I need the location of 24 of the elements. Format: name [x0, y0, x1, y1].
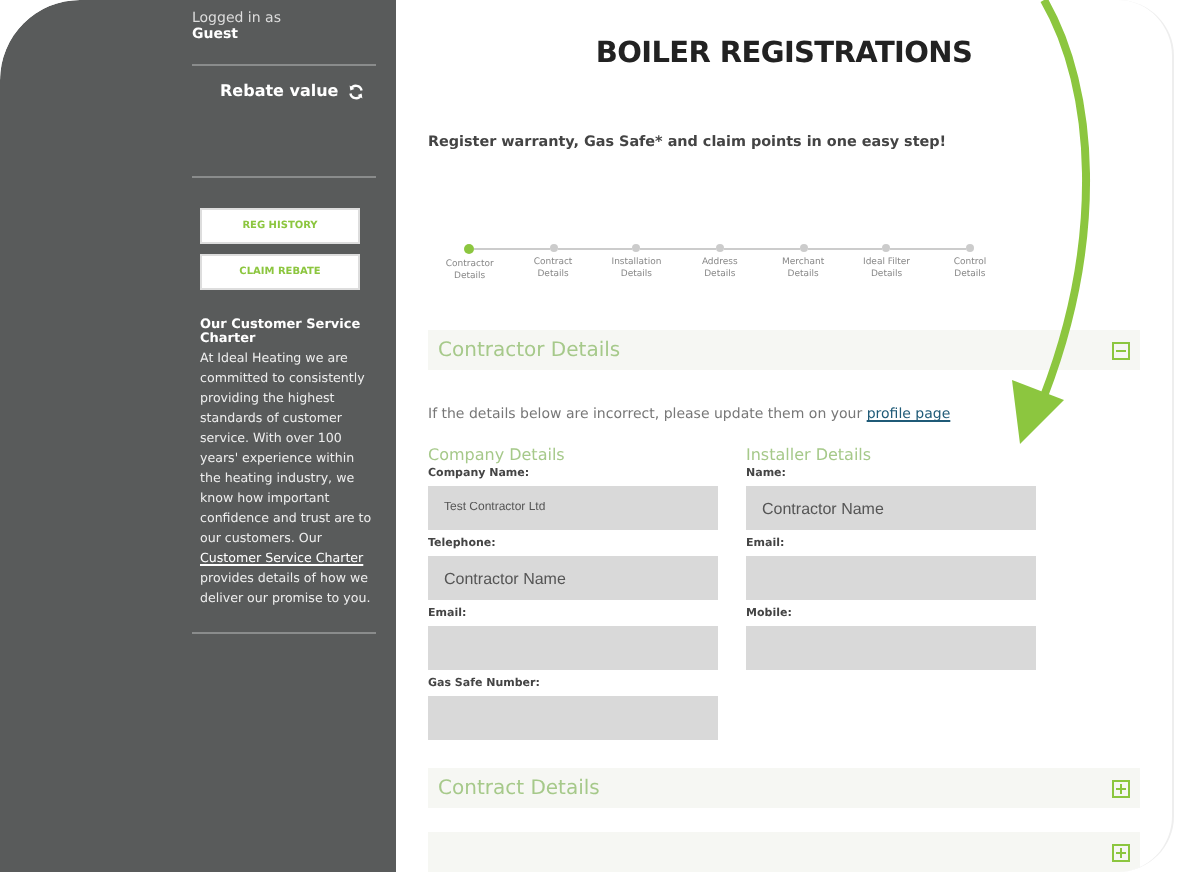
input-field[interactable]: Contractor Name — [428, 556, 718, 600]
rebate-label: Rebate value — [220, 82, 339, 100]
column-heading: Company Details — [428, 446, 567, 464]
page-title: BOILER REGISTRATIONS — [593, 38, 975, 70]
input-field[interactable] — [746, 556, 1036, 600]
accordion-title: Contract Details — [438, 777, 600, 799]
step-dot[interactable] — [632, 244, 641, 252]
step-dot[interactable] — [799, 244, 808, 252]
input-field[interactable] — [428, 626, 718, 670]
input-field[interactable] — [746, 626, 1036, 670]
step-dot[interactable] — [464, 244, 475, 254]
column-heading: Installer Details — [746, 446, 874, 464]
accordion-header[interactable] — [428, 832, 1140, 872]
expand-icon[interactable] — [1112, 779, 1130, 797]
input-field[interactable] — [428, 696, 718, 740]
step-dot[interactable] — [882, 244, 891, 252]
step-dot[interactable] — [549, 244, 558, 252]
accordion-title: Contractor Details — [438, 339, 621, 361]
expand-icon[interactable] — [1112, 843, 1130, 861]
input-field[interactable]: Contractor Name — [746, 486, 1036, 530]
step-dot[interactable] — [715, 244, 724, 252]
collapse-icon[interactable] — [1112, 341, 1130, 359]
step-dot[interactable] — [965, 244, 974, 252]
refresh-icon[interactable] — [348, 83, 365, 99]
